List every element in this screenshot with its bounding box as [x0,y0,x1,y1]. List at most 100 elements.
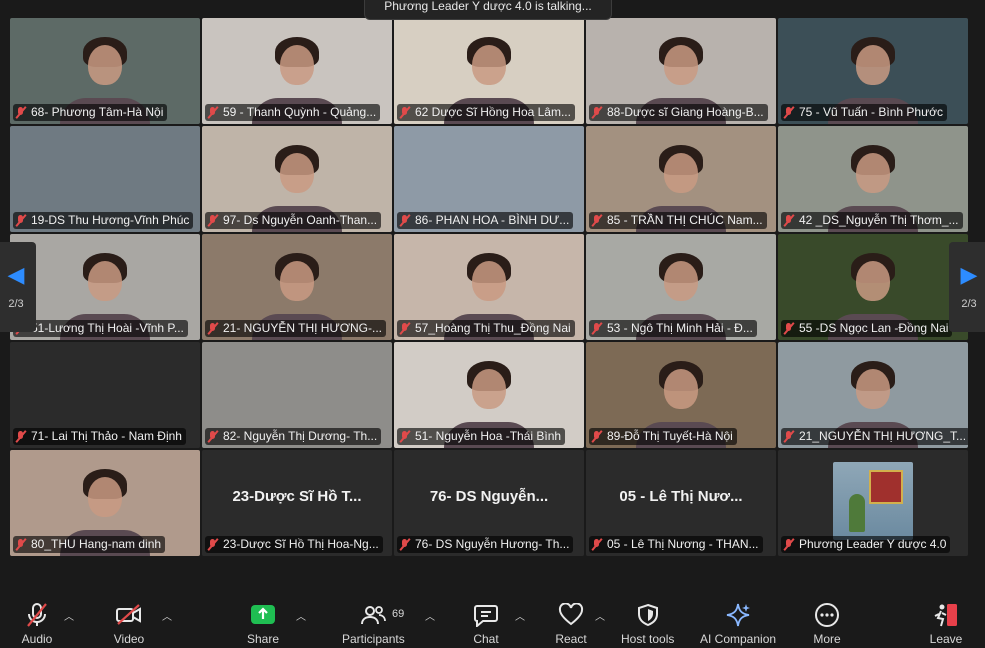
react-options-caret[interactable]: ︿ [595,608,605,623]
participant-name-label: 59 - Thanh Quỳnh - Quảng... [205,104,381,121]
participant-name-placeholder: 23-Dược Sĩ Hồ T... [232,488,362,505]
participant-silhouette-face [88,45,122,85]
participant-name-label: 53 - Ngô Thị Minh Hải - Đ... [589,320,757,337]
participant-silhouette-face [664,153,698,193]
heart-icon [551,600,591,630]
participant-name: 57_Hoàng Thị Thu_Đồng Nai [415,321,571,335]
more-button[interactable]: More [807,594,847,648]
participant-silhouette-face [280,153,314,193]
participant-tile[interactable]: 57_Hoàng Thị Thu_Đồng Nai [394,234,584,340]
participant-name-label: 88-Dược sĩ Giang Hoàng-B... [589,104,768,121]
muted-mic-icon [15,106,27,119]
leave-button[interactable]: Leave [926,594,966,648]
participant-name: Phương Leader Y dược 4.0 [799,537,947,551]
participant-tile[interactable]: 21_NGUYỄN THỊ HƯƠNG_T... [778,342,968,448]
video-options-caret[interactable]: ︿ [162,608,172,623]
participant-name: 62 Dược Sĩ Hồng Hoa Lâm... [415,105,571,119]
chat-button[interactable]: Chat [466,594,506,648]
host-tools-button[interactable]: Host tools [621,594,674,648]
profile-picture [833,462,913,540]
sparkle-icon [718,600,758,630]
muted-mic-icon [783,214,795,227]
participant-name: 86- PHAN HOA - BÌNH DƯ... [415,213,570,227]
participant-tile[interactable]: 53 - Ngô Thị Minh Hải - Đ... [586,234,776,340]
ai-companion-button[interactable]: AI Companion [700,594,776,648]
chevron-left-icon: ◀ [7,262,25,287]
chat-options-caret[interactable]: ︿ [515,608,525,623]
participant-name-label: 86- PHAN HOA - BÌNH DƯ... [397,212,574,229]
participant-tile[interactable]: 89-Đỗ Thị Tuyết-Hà Nội [586,342,776,448]
participant-tile[interactable]: 23-Dược Sĩ Hồ T... 23-Dược Sĩ Hồ Thị Hoa-… [202,450,392,556]
chevron-right-icon: ▶ [960,262,978,287]
react-button[interactable]: React [551,594,591,648]
video-button[interactable]: Video [109,594,149,648]
participant-name-label: 71- Lai Thị Thảo - Nam Định [13,428,186,445]
participant-name: 21_NGUYỄN THỊ HƯƠNG_T... [799,429,967,443]
participant-tile[interactable]: 55 -DS Ngọc Lan -Đồng Nai [778,234,968,340]
participant-tile[interactable]: Phương Leader Y dược 4.0 [778,450,968,556]
muted-mic-icon [591,214,603,227]
shield-icon [628,600,668,630]
participant-tile[interactable]: 76- DS Nguyễn... 76- DS Nguyễn Hương- Th.… [394,450,584,556]
participant-tile[interactable]: 59 - Thanh Quỳnh - Quảng... [202,18,392,124]
plant-graphic [849,494,865,532]
page-indicator-left: 2/3 [8,298,24,310]
participant-name: 51-Lương Thị Hoài -Vĩnh P... [31,321,184,335]
participant-name: 97- Ds Nguyễn Oanh-Than... [223,213,378,227]
participant-name-label: 89-Đỗ Thị Tuyết-Hà Nội [589,428,737,445]
page-indicator-right: 2/3 [961,298,977,310]
participant-name: 82- Nguyễn Thị Dương- Th... [223,429,378,443]
next-page-button[interactable]: ▶ 2/3 [949,242,985,332]
picture-frame-graphic [869,470,903,504]
participant-tile[interactable]: 42 _DS_Nguyễn Thị Thơm_... [778,126,968,232]
participant-name: 23-Dược Sĩ Hồ Thị Hoa-Ng... [223,537,379,551]
participant-name: 76- DS Nguyễn Hương- Th... [415,537,570,551]
participant-tile[interactable]: 88-Dược sĩ Giang Hoàng-B... [586,18,776,124]
participant-tile[interactable]: 80_THU Hang-nam dinh [10,450,200,556]
participant-tile[interactable]: 05 - Lê Thị Nươ... 05 - Lê Thị Nương - TH… [586,450,776,556]
previous-page-button[interactable]: ◀ 2/3 [0,242,36,332]
participant-tile[interactable]: 68- Phương Tâm-Hà Nội [10,18,200,124]
participant-name: 85 - TRẦN THỊ CHÚC Nam... [607,213,763,227]
share-options-caret[interactable]: ︿ [296,608,306,623]
muted-mic-icon [207,322,219,335]
share-button[interactable]: Share [243,594,283,648]
meeting-toolbar: Audio ︿ Video ︿ Share ︿ Participants 69 … [0,594,985,648]
participant-silhouette-face [856,261,890,301]
participant-name-label: 97- Ds Nguyễn Oanh-Than... [205,212,382,229]
participant-tile[interactable]: 62 Dược Sĩ Hồng Hoa Lâm... [394,18,584,124]
participant-name-label: 51- Nguyễn Hoa -Thái Bình [397,428,566,445]
participant-silhouette-face [280,261,314,301]
participant-tile[interactable]: 51-Lương Thị Hoài -Vĩnh P... [10,234,200,340]
participant-name-label: 55 -DS Ngọc Lan -Đồng Nai [781,320,953,337]
participant-silhouette-face [856,369,890,409]
participant-tile[interactable]: 51- Nguyễn Hoa -Thái Bình [394,342,584,448]
participant-silhouette-face [472,261,506,301]
participant-tile[interactable]: 19-DS Thu Hương-Vĩnh Phúc [10,126,200,232]
participant-name-label: 76- DS Nguyễn Hương- Th... [397,536,574,553]
participants-options-caret[interactable]: ︿ [425,608,435,623]
share-screen-icon [243,600,283,630]
participant-tile[interactable]: 97- Ds Nguyễn Oanh-Than... [202,126,392,232]
muted-mic-icon [399,322,411,335]
muted-mic-icon [591,106,603,119]
participant-name-label: 68- Phương Tâm-Hà Nội [13,104,168,121]
participant-tile[interactable]: 21- NGUYỄN THỊ HƯƠNG-... [202,234,392,340]
participant-name: 05 - Lê Thị Nương - THAN... [607,537,759,551]
participant-tile[interactable]: 86- PHAN HOA - BÌNH DƯ... [394,126,584,232]
audio-options-caret[interactable]: ︿ [64,608,74,623]
participant-name-label: 19-DS Thu Hương-Vĩnh Phúc [13,212,194,229]
muted-mic-icon [399,430,411,443]
muted-mic-icon [591,538,603,551]
participant-tile[interactable]: 85 - TRẦN THỊ CHÚC Nam... [586,126,776,232]
participant-silhouette-face [88,477,122,517]
participant-tile[interactable]: 82- Nguyễn Thị Dương- Th... [202,342,392,448]
participants-button[interactable]: Participants [342,594,405,648]
participant-name: 51- Nguyễn Hoa -Thái Bình [415,429,562,443]
participant-name-label: 21- NGUYỄN THỊ HƯƠNG-... [205,320,386,337]
participant-tile[interactable]: 71- Lai Thị Thảo - Nam Định [10,342,200,448]
participant-silhouette-face [856,45,890,85]
participant-tile[interactable]: 75 - Vũ Tuấn - Bình Phước [778,18,968,124]
participant-silhouette-face [280,45,314,85]
audio-button[interactable]: Audio [17,594,57,648]
